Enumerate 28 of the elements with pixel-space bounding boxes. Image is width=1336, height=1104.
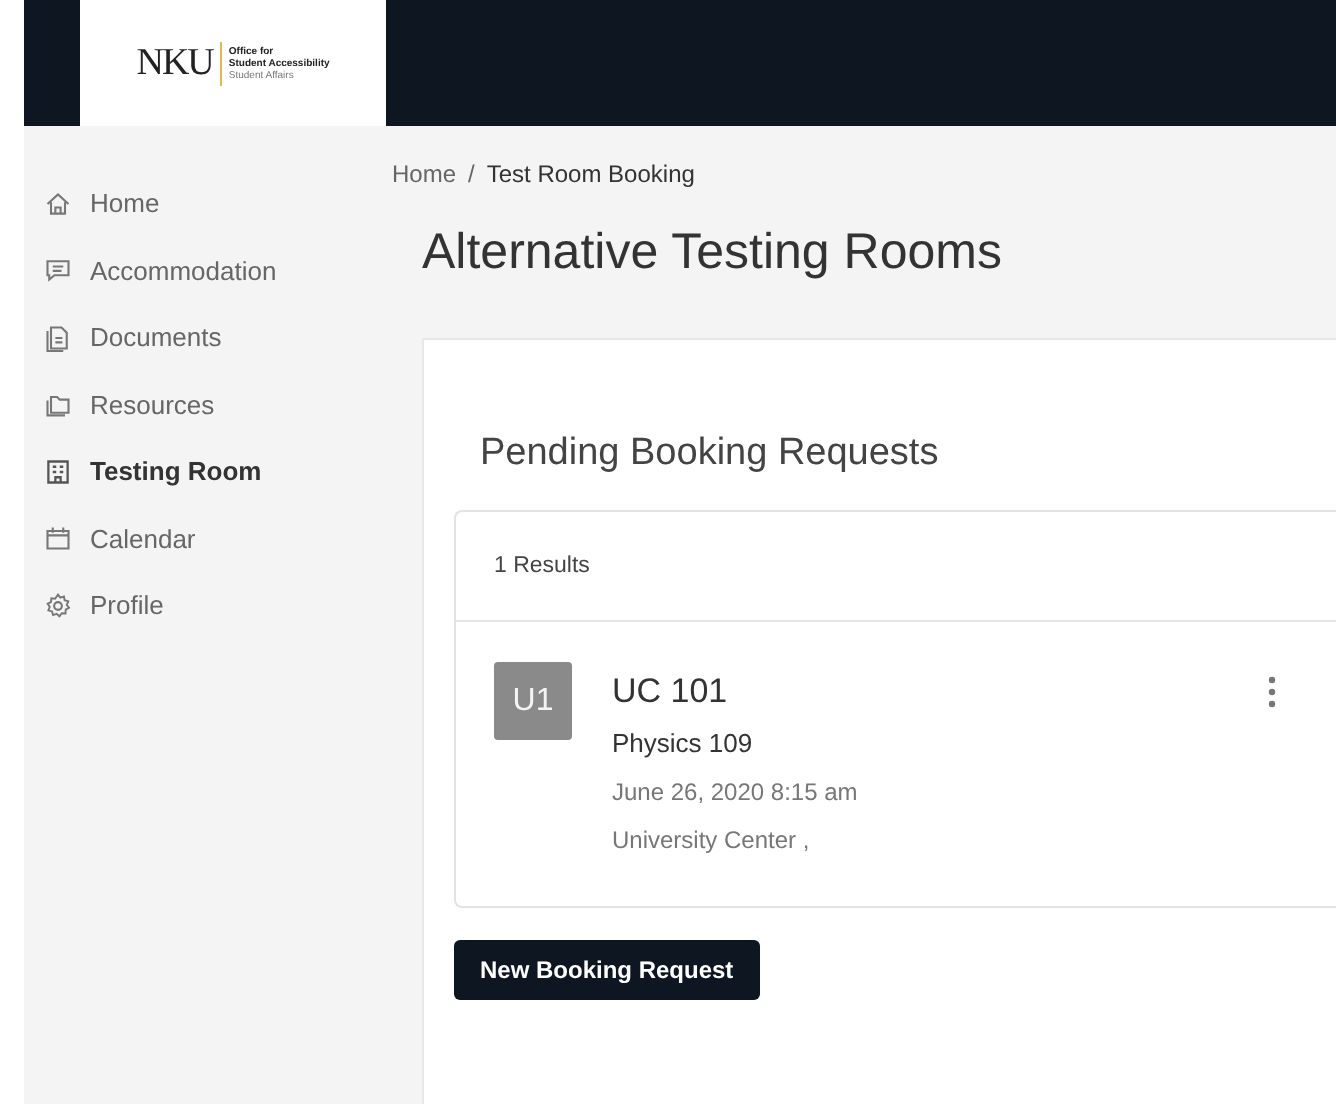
avatar: U1: [494, 662, 572, 740]
sidebar-item[interactable]: Resources: [24, 371, 384, 438]
sidebar-item[interactable]: Home: [24, 170, 384, 237]
course-name: Physics 109: [612, 728, 755, 758]
sidebar-item[interactable]: Documents: [24, 304, 384, 371]
page-title: Alternative Testing Rooms: [422, 224, 1004, 282]
breadcrumb-separator: /: [468, 160, 475, 188]
home-icon: [44, 189, 72, 218]
more-icon[interactable]: [1268, 676, 1276, 708]
section-title: Pending Booking Requests: [480, 432, 941, 476]
sidebar-item[interactable]: Profile: [24, 572, 384, 639]
settings-icon: [44, 591, 72, 620]
room-name: UC 101: [612, 672, 730, 712]
sidebar-item[interactable]: Calendar: [24, 505, 384, 572]
new-booking-button[interactable]: New Booking Request: [454, 940, 760, 1000]
sidebar-item[interactable]: Accommodation: [24, 237, 384, 304]
folder-icon: [44, 390, 72, 419]
booking-datetime: June 26, 2020 8:15 am: [612, 778, 858, 806]
breadcrumb-link[interactable]: Home: [392, 160, 457, 188]
message-icon: [44, 256, 72, 285]
document-icon: [44, 323, 72, 352]
sidebar-item[interactable]: Testing Room: [24, 438, 384, 505]
booking-location: University Center ,: [612, 826, 812, 854]
logo-wordmark: NKU: [136, 41, 223, 85]
calendar-icon: [44, 524, 72, 553]
breadcrumb-link[interactable]: Test Room Booking: [486, 160, 695, 188]
building-icon: [44, 457, 72, 486]
results-count: 1 Results: [494, 554, 590, 578]
